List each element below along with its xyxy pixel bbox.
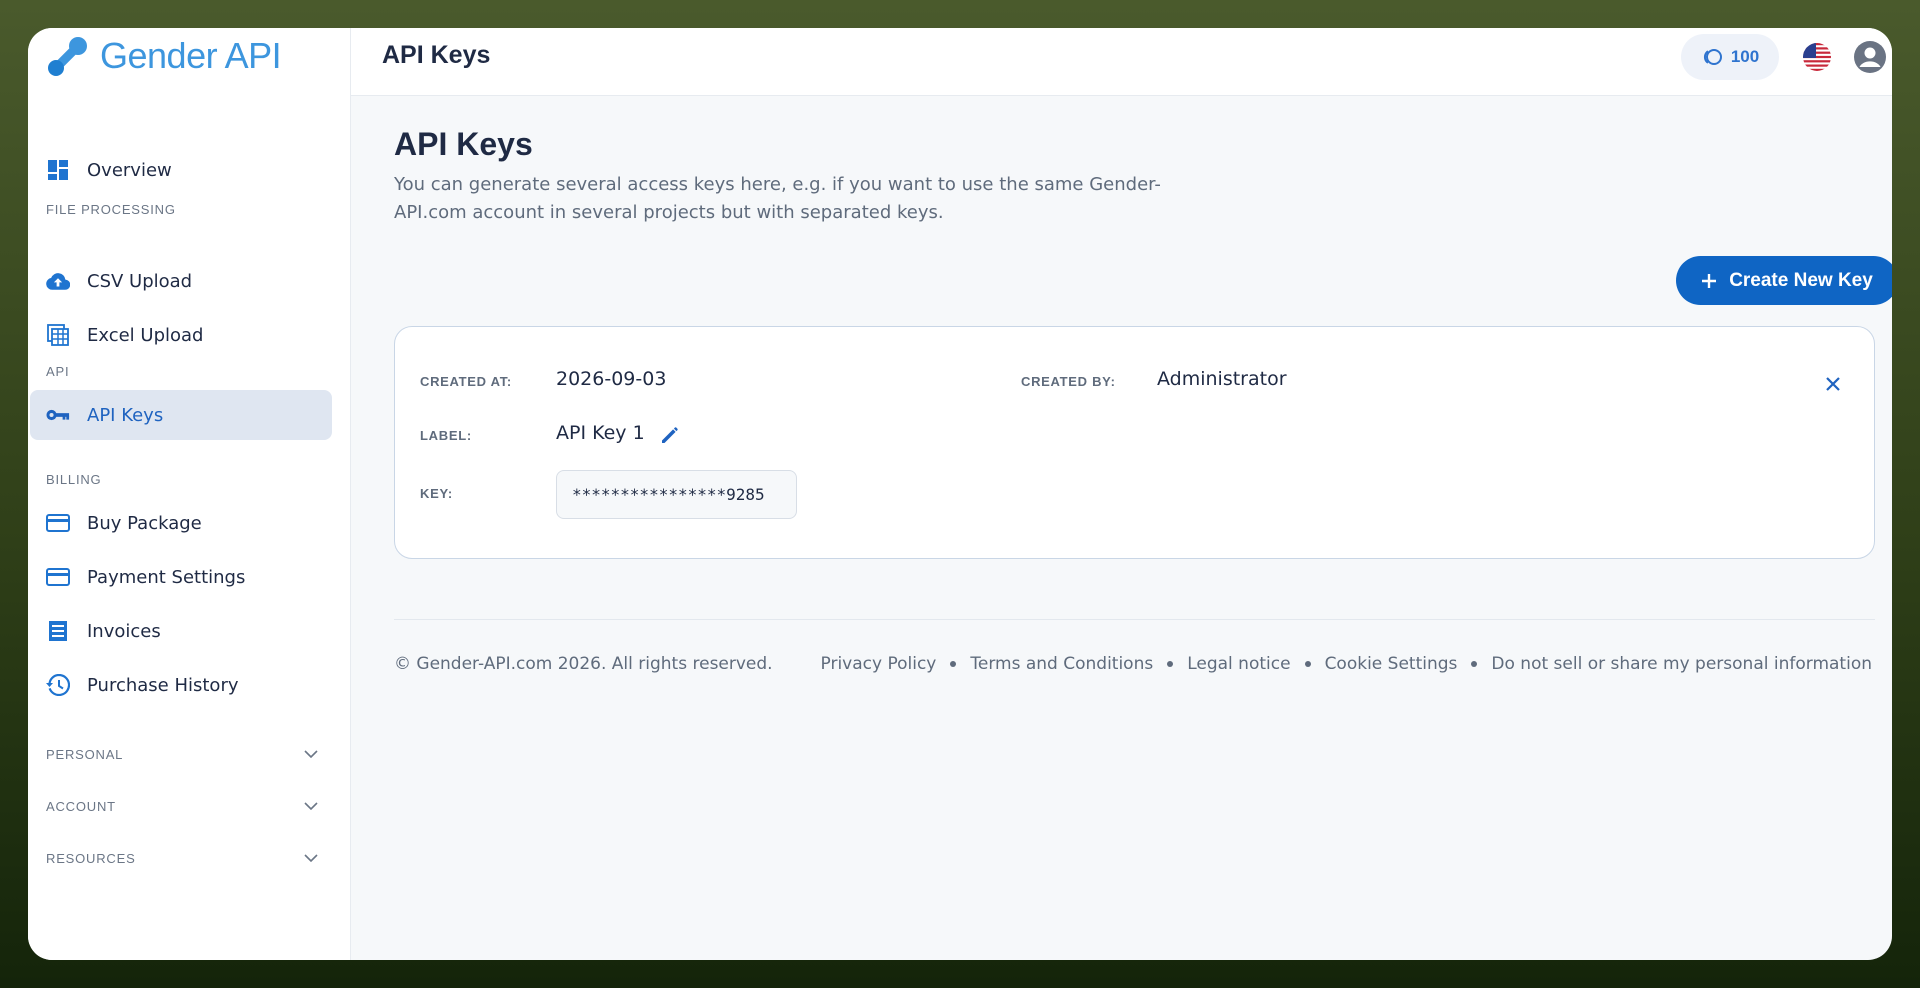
sidebar: Gender API Overview FILE PROCESSING CSV … bbox=[28, 28, 351, 960]
credit-card-icon bbox=[46, 565, 70, 589]
sidebar-section-resources[interactable]: RESOURCES bbox=[46, 846, 318, 870]
footer-link-do-not-sell[interactable]: Do not sell or share my personal informa… bbox=[1491, 654, 1872, 674]
footer-link-terms[interactable]: Terms and Conditions bbox=[970, 654, 1153, 674]
sidebar-item-label: Payment Settings bbox=[87, 566, 246, 588]
sidebar-item-label: Invoices bbox=[87, 620, 161, 642]
credits-count: 100 bbox=[1730, 47, 1760, 66]
logo-icon bbox=[48, 37, 87, 76]
key-label-value: API Key 1 bbox=[556, 422, 645, 444]
credit-card-icon bbox=[46, 511, 70, 535]
section-label-api: API bbox=[46, 364, 70, 379]
cloud-upload-icon bbox=[46, 269, 70, 293]
plus-icon bbox=[1702, 273, 1717, 288]
label-label: LABEL: bbox=[420, 428, 472, 443]
close-icon bbox=[1826, 377, 1840, 391]
page-description: You can generate several access keys her… bbox=[394, 174, 1161, 223]
page-title: API Keys bbox=[394, 126, 533, 162]
dashboard-icon bbox=[46, 158, 70, 182]
created-by-value: Administrator bbox=[1157, 368, 1287, 390]
sidebar-item-label: CSV Upload bbox=[87, 270, 193, 292]
sidebar-item-invoices[interactable]: Invoices bbox=[30, 606, 332, 656]
api-key-card: CREATED AT: 2026-09-03 CREATED BY: Admin… bbox=[394, 326, 1875, 559]
sidebar-item-label: Overview bbox=[87, 159, 172, 181]
sidebar-section-personal[interactable]: PERSONAL bbox=[46, 742, 318, 766]
pencil-icon bbox=[662, 427, 678, 443]
delete-key-button[interactable] bbox=[1819, 370, 1847, 398]
sidebar-section-account[interactable]: ACCOUNT bbox=[46, 794, 318, 818]
footer-link-legal-notice[interactable]: Legal notice bbox=[1187, 654, 1290, 674]
section-label: PERSONAL bbox=[46, 746, 124, 762]
topbar-title: API Keys bbox=[382, 41, 491, 69]
sidebar-item-label: Excel Upload bbox=[87, 324, 204, 346]
sidebar-item-overview[interactable]: Overview bbox=[30, 145, 332, 195]
sidebar-item-payment-settings[interactable]: Payment Settings bbox=[30, 552, 332, 602]
receipt-icon bbox=[46, 619, 70, 643]
logo[interactable]: Gender API bbox=[46, 34, 282, 78]
app-window: Gender API Overview FILE PROCESSING CSV … bbox=[28, 28, 1892, 960]
footer-copyright: © Gender-API.com 2026. All rights reserv… bbox=[394, 654, 773, 674]
credits-badge[interactable]: 100 bbox=[1681, 34, 1779, 80]
api-key-value: ****************9285 bbox=[572, 485, 765, 504]
section-label-file-processing: FILE PROCESSING bbox=[46, 202, 176, 217]
chevron-down-icon bbox=[304, 854, 318, 862]
coins-icon bbox=[1703, 49, 1722, 65]
create-new-key-label: Create New Key bbox=[1729, 269, 1873, 291]
created-at-label: CREATED AT: bbox=[420, 374, 512, 389]
footer-link-cookie-settings[interactable]: Cookie Settings bbox=[1325, 654, 1458, 674]
sidebar-item-label: API Keys bbox=[87, 404, 164, 426]
separator-dot bbox=[1471, 661, 1478, 667]
sidebar-item-api-keys[interactable]: API Keys bbox=[30, 390, 332, 440]
footer-links: Privacy Policy Terms and Conditions Lega… bbox=[821, 654, 1872, 674]
section-label: RESOURCES bbox=[46, 850, 136, 866]
section-label: ACCOUNT bbox=[46, 798, 116, 814]
sidebar-item-buy-package[interactable]: Buy Package bbox=[30, 498, 332, 548]
sidebar-item-excel-upload[interactable]: Excel Upload bbox=[30, 310, 332, 360]
us-flag-icon[interactable] bbox=[1803, 43, 1831, 71]
sidebar-item-purchase-history[interactable]: Purchase History bbox=[30, 660, 332, 710]
separator-dot bbox=[1304, 661, 1311, 667]
sidebar-item-csv-upload[interactable]: CSV Upload bbox=[30, 256, 332, 306]
footer-divider bbox=[394, 619, 1875, 620]
chevron-down-icon bbox=[304, 750, 318, 758]
separator-dot bbox=[1167, 661, 1174, 667]
chevron-down-icon bbox=[304, 802, 318, 810]
footer-link-privacy-policy[interactable]: Privacy Policy bbox=[821, 654, 937, 674]
separator-dot bbox=[950, 661, 957, 667]
created-at-value: 2026-09-03 bbox=[556, 368, 667, 390]
history-icon bbox=[46, 673, 70, 697]
logo-text: Gender API bbox=[100, 35, 282, 76]
spreadsheet-icon bbox=[46, 323, 70, 347]
edit-label-button[interactable] bbox=[657, 422, 683, 448]
user-avatar-icon[interactable] bbox=[1853, 40, 1887, 74]
create-new-key-button[interactable]: Create New Key bbox=[1676, 256, 1892, 305]
key-icon bbox=[46, 403, 70, 427]
main-content: API Keys 100 API Keys You can generate s… bbox=[351, 28, 1892, 960]
topbar: API Keys 100 bbox=[351, 28, 1892, 96]
key-label: KEY: bbox=[420, 486, 453, 501]
created-by-label: CREATED BY: bbox=[1021, 374, 1116, 389]
sidebar-item-label: Buy Package bbox=[87, 512, 202, 534]
api-key-field[interactable]: ****************9285 bbox=[556, 470, 797, 519]
sidebar-item-label: Purchase History bbox=[87, 674, 239, 696]
section-label-billing: BILLING bbox=[46, 472, 102, 487]
